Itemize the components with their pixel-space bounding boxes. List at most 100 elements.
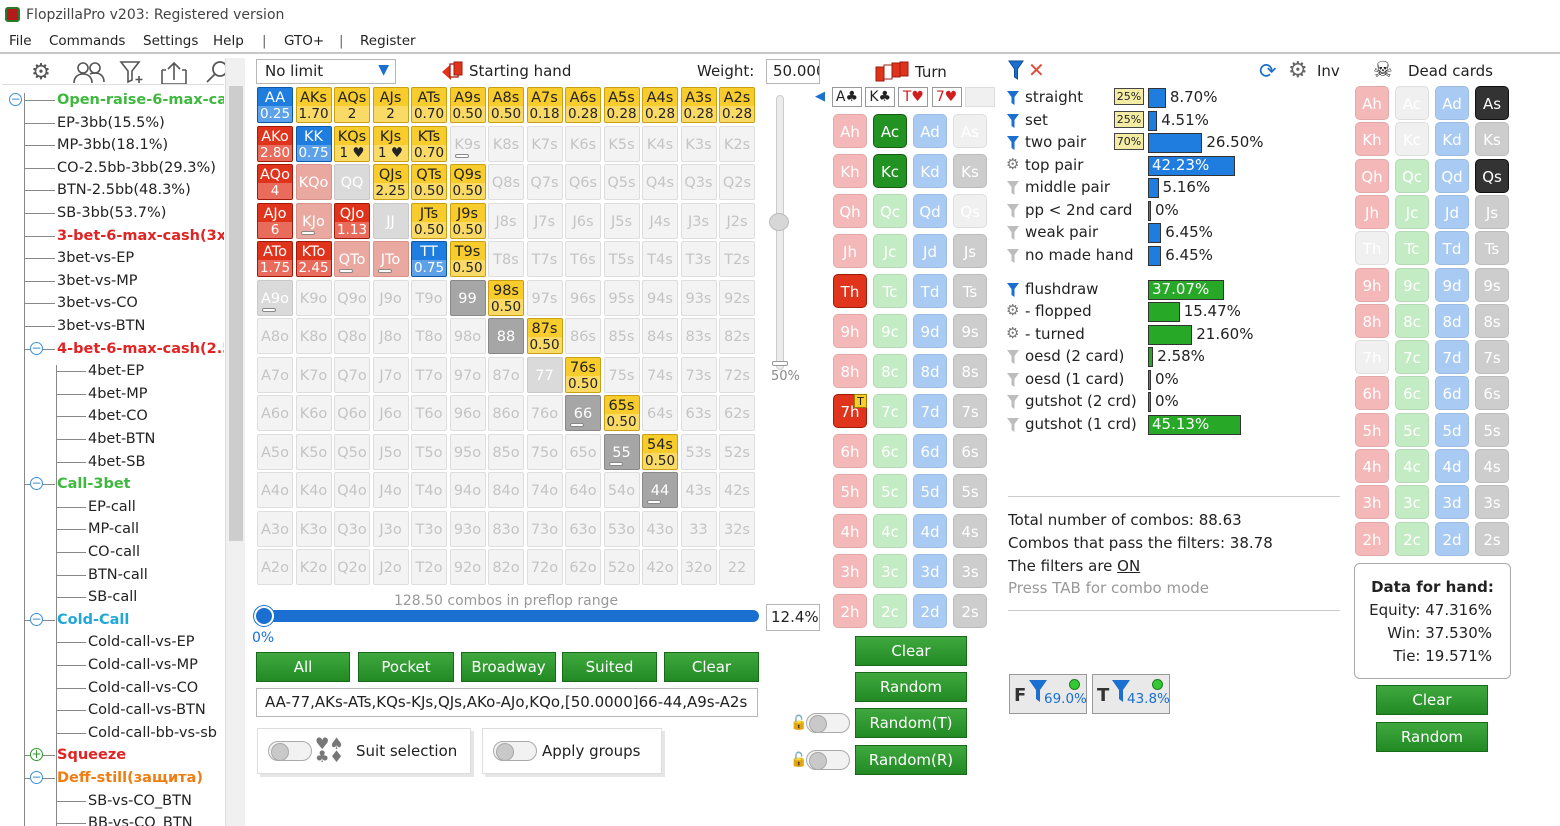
hand-cell[interactable]: ATs 0.70 — [411, 87, 447, 123]
tree-node[interactable]: MP-call — [88, 518, 139, 540]
hand-cell[interactable]: A4s 0.28 — [642, 87, 678, 123]
hand-cell[interactable]: T3o — [411, 510, 447, 547]
hand-cell[interactable]: Q8s — [488, 164, 524, 200]
dead-card[interactable]: Jh — [1355, 194, 1389, 229]
hand-cell[interactable]: A2s 0.28 — [719, 87, 755, 123]
collapse-toggle-icon[interactable]: − — [30, 612, 43, 626]
hand-cell[interactable]: 92s — [719, 279, 755, 316]
tree-node[interactable]: Cold-Call — [57, 609, 129, 631]
board-card[interactable]: Jc — [873, 234, 907, 268]
dead-card[interactable]: Js — [1475, 194, 1509, 229]
hand-cell[interactable]: QQ — [334, 164, 370, 200]
hand-cell[interactable]: J6s — [565, 202, 601, 239]
hand-cell[interactable]: 93o — [449, 510, 486, 547]
hand-cell[interactable]: 83s — [680, 318, 717, 354]
hand-cell[interactable]: 32s — [719, 510, 755, 547]
hand-cell[interactable]: 82o — [488, 549, 524, 585]
hand-cell[interactable]: AKs 1.70 — [295, 87, 332, 123]
hand-cell[interactable]: T8o — [411, 318, 447, 354]
board-card[interactable]: Kd — [913, 154, 947, 188]
hand-cell[interactable]: Q9s 0.50 — [449, 164, 486, 200]
users-icon[interactable] — [72, 60, 105, 86]
hand-cell[interactable]: 95o — [449, 433, 486, 470]
filter-icon[interactable] — [1006, 203, 1020, 219]
filter-icon[interactable] — [1006, 180, 1020, 196]
board-card[interactable]: 7d — [913, 394, 947, 428]
dead-card[interactable]: 9d — [1435, 267, 1469, 302]
dead-card[interactable]: 9s — [1475, 267, 1509, 302]
menu-register[interactable]: Register — [360, 33, 416, 49]
hand-cell[interactable]: Q6o — [334, 395, 370, 431]
hand-cell[interactable]: 63o — [565, 510, 601, 547]
hand-cell[interactable]: 42s — [719, 472, 755, 508]
select-pocket-button[interactable]: Pocket — [358, 652, 454, 682]
hand-cell[interactable]: T4s — [642, 241, 678, 277]
random-river-lock-toggle[interactable] — [806, 750, 850, 770]
board-card[interactable]: 9s — [953, 314, 987, 348]
hand-cell[interactable]: 43o — [642, 510, 678, 547]
hand-cell[interactable]: KK 0.75 — [295, 125, 332, 162]
gear-icon[interactable]: ⚙ — [1006, 301, 1020, 319]
tree-node[interactable]: 4bet-BTN — [88, 428, 155, 450]
hand-cell[interactable]: T7o — [411, 356, 447, 393]
dead-card[interactable]: Jd — [1435, 194, 1469, 229]
tree-node[interactable]: 3bet-vs-MP — [57, 270, 138, 292]
filter-icon[interactable] — [1008, 60, 1024, 80]
weight-slider-thumb[interactable] — [769, 213, 789, 231]
tree-node[interactable]: 4bet-MP — [88, 383, 148, 405]
dead-card[interactable]: 3s — [1475, 485, 1509, 520]
hand-cell[interactable]: 87o — [488, 356, 524, 393]
dead-card[interactable]: 2h — [1355, 521, 1389, 556]
hand-cell[interactable]: 76s 0.50 — [565, 356, 601, 393]
hand-cell[interactable]: Q4o — [334, 472, 370, 508]
select-suited-button[interactable]: Suited — [562, 652, 657, 682]
hand-cell[interactable]: T2o — [411, 549, 447, 585]
tree-node[interactable]: 4bet-SB — [88, 451, 145, 473]
stat-row[interactable]: oesd (2 card) 2.58% — [1006, 346, 1346, 368]
tree-node[interactable]: BTN-call — [88, 564, 148, 586]
hand-cell[interactable]: AQo 4 — [257, 164, 293, 200]
dead-card[interactable]: 3c — [1395, 485, 1429, 520]
hand-cell[interactable]: K7s — [526, 125, 563, 162]
hand-cell[interactable]: K6o — [295, 395, 332, 431]
board-card[interactable]: 2h — [833, 594, 867, 628]
stat-row[interactable]: straight 25% 8.70% — [1006, 87, 1346, 109]
hand-cell[interactable]: J7s — [526, 202, 563, 239]
hand-cell[interactable]: J3o — [372, 510, 409, 547]
dead-card[interactable]: 4c — [1395, 449, 1429, 483]
dead-card[interactable]: 3d — [1435, 485, 1469, 520]
hand-cell[interactable]: A4o — [257, 472, 293, 508]
dead-card[interactable]: 6c — [1395, 376, 1429, 411]
tree-node[interactable]: MP-3bb(18.1%) — [57, 134, 168, 156]
hand-cell[interactable]: Q8o — [334, 318, 370, 354]
tree-node[interactable]: CO-2.5bb-3bb(29.3%) — [57, 157, 216, 179]
hand-cell[interactable]: 85s — [603, 318, 640, 354]
dead-card[interactable]: 9c — [1395, 267, 1429, 302]
flop-filter-button[interactable]: F 69.0% — [1009, 674, 1087, 714]
hand-cell[interactable]: Q5o — [334, 433, 370, 470]
hand-cell[interactable]: AJs2 ♣♥ — [372, 87, 409, 123]
board-slot[interactable]: T♥ — [898, 87, 929, 107]
dead-card[interactable]: Ac — [1395, 86, 1429, 120]
hand-cell[interactable]: A6o — [257, 395, 293, 431]
hand-cell[interactable]: 63s — [680, 395, 717, 431]
hand-cell[interactable]: K7o — [295, 356, 332, 393]
board-card[interactable]: 3d — [913, 554, 947, 588]
hand-cell[interactable]: 62o — [565, 549, 601, 585]
board-card[interactable]: 2d — [913, 594, 947, 628]
board-card[interactable]: 6d — [913, 434, 947, 468]
hand-cell[interactable]: 43s — [680, 472, 717, 508]
board-card[interactable]: Qh — [833, 194, 867, 228]
dead-card[interactable]: Qd — [1435, 158, 1469, 193]
hand-cell[interactable]: J8s — [488, 202, 524, 239]
clear-filters-icon[interactable]: ✕ — [1028, 58, 1045, 82]
board-card[interactable]: 8s — [953, 354, 987, 388]
board-card[interactable]: 9d — [913, 314, 947, 348]
board-card[interactable]: 4s — [953, 514, 987, 548]
collapse-toggle-icon[interactable]: − — [30, 477, 43, 491]
dead-card[interactable]: 5h — [1355, 412, 1389, 447]
board-card[interactable]: Qc — [873, 194, 907, 228]
stat-weight-box[interactable]: 70% — [1114, 133, 1144, 150]
gear-icon[interactable]: ⚙ — [1288, 58, 1308, 83]
board-card[interactable]: Th — [833, 274, 867, 308]
